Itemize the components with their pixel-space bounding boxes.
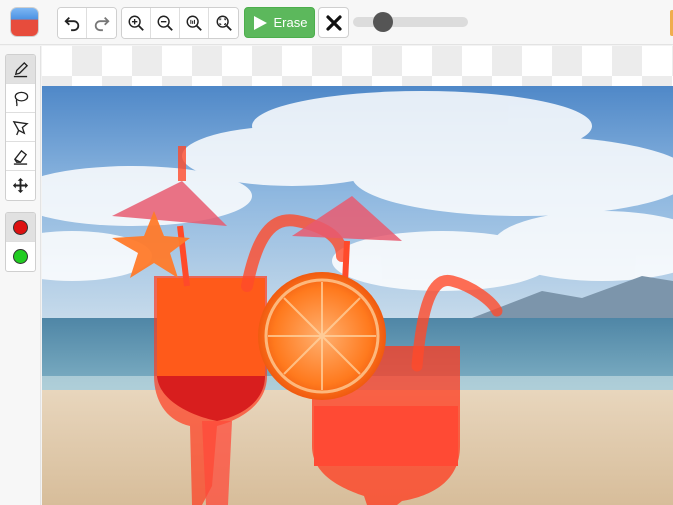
top-toolbar: Erase [0, 0, 673, 45]
move-tool-button[interactable] [6, 171, 35, 200]
zoom-out-icon [157, 15, 173, 31]
history-button-group [57, 7, 117, 39]
polygon-lasso-tool-button[interactable] [6, 113, 35, 142]
eraser-tool-button[interactable] [6, 142, 35, 171]
undo-button[interactable] [58, 8, 87, 38]
image-canvas[interactable] [42, 46, 673, 505]
zoom-in-icon [128, 15, 144, 31]
transparency-checkerboard [42, 46, 673, 86]
clear-mask-button[interactable] [318, 7, 349, 38]
zoom-out-button[interactable] [151, 8, 180, 38]
foreground-color-button[interactable] [6, 213, 35, 242]
zoom-button-group [121, 7, 239, 39]
redo-icon [94, 16, 110, 32]
app-logo [11, 8, 38, 36]
pencil-tool-button[interactable] [6, 55, 35, 84]
zoom-actual-size-button[interactable] [180, 8, 209, 38]
eraser-icon [13, 149, 28, 165]
tool-panel [0, 46, 41, 505]
zoom-in-button[interactable] [122, 8, 151, 38]
lasso-icon [14, 91, 29, 106]
erase-button-label: Erase [273, 15, 308, 30]
lasso-tool-button[interactable] [6, 84, 35, 113]
erase-button[interactable]: Erase [244, 7, 315, 38]
green-color-swatch [13, 249, 28, 264]
zoom-fit-button[interactable] [209, 8, 238, 38]
color-tool-group [5, 212, 36, 272]
close-icon [325, 14, 342, 31]
slider-thumb[interactable] [372, 12, 393, 32]
pencil-icon [13, 61, 29, 77]
play-icon [253, 15, 267, 30]
selection-tool-group [5, 54, 36, 201]
redo-button[interactable] [87, 8, 116, 38]
beach-cocktails-photo[interactable] [42, 86, 673, 505]
zoom-actual-size-icon [186, 15, 202, 31]
brush-size-slider[interactable] [353, 12, 468, 32]
background-color-button[interactable] [6, 242, 35, 271]
slider-track[interactable] [353, 17, 468, 27]
zoom-fit-icon [216, 15, 232, 31]
polygon-lasso-icon [12, 120, 29, 135]
red-color-swatch [13, 219, 28, 235]
move-icon [12, 177, 29, 194]
undo-icon [64, 16, 80, 32]
